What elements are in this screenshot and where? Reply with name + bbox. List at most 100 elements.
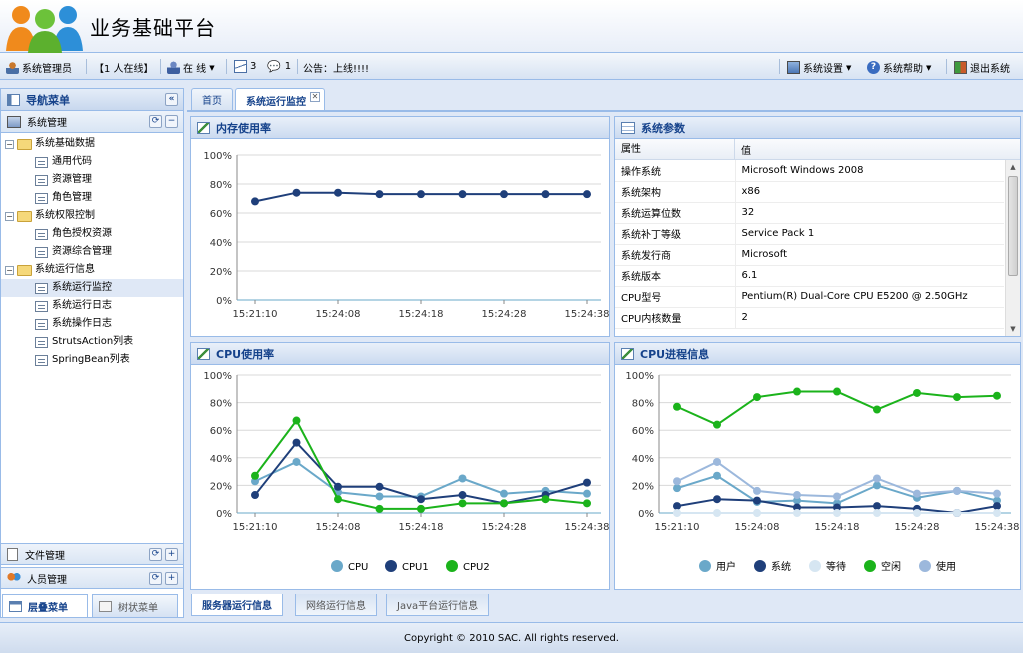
data-point (673, 502, 681, 511)
tree-folder[interactable]: − 系统权限控制 (5, 207, 95, 225)
refresh-icon[interactable]: ⟳ (149, 115, 162, 128)
tree-label: 系统操作日志 (52, 318, 112, 329)
column-header[interactable]: 值 (735, 142, 751, 157)
param-value: Microsoft Windows 2008 (735, 160, 1004, 182)
y-tick-label: 80% (210, 399, 232, 410)
tree-leaf[interactable]: 系统操作日志 (35, 315, 112, 333)
section-system-header[interactable]: 系统管理 ⟳ − (1, 111, 183, 133)
top-toolbar: 系统管理员 【1 人在线】 在 线 ▼ 3 💬 1 公告：上线!!!! 系统设置… (0, 53, 1023, 80)
data-point (753, 393, 761, 402)
tree-folder[interactable]: − 系统基础数据 (5, 135, 95, 153)
param-name: 系统架构 (615, 181, 736, 203)
tree-menu-icon (99, 600, 112, 612)
expand-icon[interactable]: + (165, 572, 178, 585)
refresh-icon[interactable]: ⟳ (149, 572, 162, 585)
tab-cascade-menu[interactable]: 层叠菜单 (2, 594, 88, 618)
refresh-icon[interactable]: ⟳ (149, 548, 162, 561)
tree-leaf-selected[interactable]: 系统运行监控 (1, 279, 183, 297)
legend-marker (699, 560, 711, 572)
data-point (375, 492, 384, 501)
close-icon[interactable]: ✕ (310, 92, 320, 102)
data-point (417, 504, 425, 513)
series-line (676, 390, 998, 426)
param-value: 32 (735, 202, 1004, 224)
panel-title: CPU使用率 (216, 347, 275, 361)
data-point (993, 391, 1001, 400)
table-row[interactable]: 系统版本 6.1 (615, 265, 1004, 287)
mail-button[interactable]: 3 (234, 60, 256, 73)
mail-icon (234, 60, 247, 73)
logout-button[interactable]: 退出系统 (954, 60, 1010, 75)
section-file-header[interactable]: 文件管理 ⟳ + (1, 543, 183, 565)
tab-system-monitor[interactable]: 系统运行监控 ✕ (235, 88, 325, 111)
expand-icon[interactable]: + (165, 548, 178, 561)
table-row[interactable]: CPU内核数量 2 (615, 307, 1004, 329)
data-point (753, 509, 761, 517)
data-point (583, 190, 591, 199)
menu-list-icon (9, 600, 22, 612)
column-header[interactable]: 属性 (615, 138, 735, 160)
scroll-thumb[interactable] (1008, 176, 1018, 276)
param-value: Microsoft (735, 244, 1004, 266)
tree-leaf[interactable]: 通用代码 (35, 153, 92, 171)
data-point (292, 457, 301, 466)
y-tick-label: 100% (625, 371, 654, 382)
collapse-icon[interactable]: − (165, 115, 178, 128)
data-point (913, 489, 921, 498)
help-label: 系统帮助 (883, 64, 923, 75)
legend-label: 等待 (826, 560, 846, 573)
x-tick-label: 15:24:18 (399, 522, 444, 533)
scroll-up-icon[interactable]: ▲ (1006, 160, 1020, 174)
y-tick-label: 60% (632, 426, 654, 437)
tree-label: 系统运行监控 (52, 282, 112, 293)
scrollbar[interactable]: ▲ ▼ (1005, 160, 1020, 336)
settings-menu[interactable]: 系统设置 ▼ (787, 60, 851, 75)
tree-leaf[interactable]: 角色管理 (35, 189, 92, 207)
tab-network-info[interactable]: 网络运行信息 (295, 594, 377, 616)
collapse-node-icon[interactable]: − (5, 211, 14, 221)
tree-leaf[interactable]: 系统运行日志 (35, 297, 112, 315)
data-point (873, 405, 881, 414)
data-point (458, 491, 467, 500)
online-count[interactable]: 【1 人在线】 (94, 60, 154, 75)
tab-tree-menu[interactable]: 树状菜单 (92, 594, 178, 618)
tree-leaf[interactable]: 资源综合管理 (35, 243, 112, 261)
tab-home[interactable]: 首页 (191, 88, 233, 110)
data-point (583, 489, 591, 498)
tree-leaf[interactable]: 角色授权资源 (35, 225, 112, 243)
collapse-node-icon[interactable]: − (5, 265, 14, 275)
message-button[interactable]: 💬 1 (267, 60, 291, 73)
legend-label: 使用 (936, 560, 956, 573)
tree-label: 系统基础数据 (35, 138, 95, 149)
tab-java-info[interactable]: Java平台运行信息 (386, 594, 490, 616)
table-row[interactable]: CPU型号 Pentium(R) Dual-Core CPU E5200 @ 2.… (615, 286, 1004, 308)
tree-leaf[interactable]: StrutsAction列表 (35, 333, 133, 351)
data-point (375, 190, 384, 199)
tab-label: 树状菜单 (118, 602, 158, 614)
table-row[interactable]: 操作系统 Microsoft Windows 2008 (615, 160, 1004, 182)
legend-label: CPU1 (402, 562, 429, 573)
tree-label: 角色管理 (52, 192, 92, 203)
collapse-left-icon[interactable]: « (165, 93, 178, 106)
person-status-icon (167, 61, 180, 74)
tab-server-info[interactable]: 服务器运行信息 (191, 594, 283, 616)
scroll-down-icon[interactable]: ▼ (1006, 322, 1020, 336)
data-point (673, 484, 681, 493)
tab-label: 系统运行监控 (246, 96, 306, 108)
tree-leaf[interactable]: 资源管理 (35, 171, 92, 189)
table-row[interactable]: 系统架构 x86 (615, 181, 1004, 203)
section-label: 系统管理 (27, 118, 67, 129)
data-point (292, 438, 301, 447)
tree-leaf[interactable]: SpringBean列表 (35, 351, 130, 369)
legend-label: 用户 (716, 560, 736, 573)
help-menu[interactable]: ? 系统帮助 ▼ (867, 60, 931, 75)
table-row[interactable]: 系统发行商 Microsoft (615, 244, 1004, 266)
tree-folder[interactable]: − 系统运行信息 (5, 261, 95, 279)
table-row[interactable]: 系统运算位数 32 (615, 202, 1004, 224)
nav-title: 导航菜单 (26, 93, 70, 107)
section-people-header[interactable]: 人员管理 ⟳ + (1, 567, 183, 589)
status-menu[interactable]: 在 线 ▼ (167, 60, 215, 75)
table-row[interactable]: 系统补丁等级 Service Pack 1 (615, 223, 1004, 245)
current-user[interactable]: 系统管理员 (6, 60, 72, 75)
collapse-node-icon[interactable]: − (5, 139, 14, 149)
